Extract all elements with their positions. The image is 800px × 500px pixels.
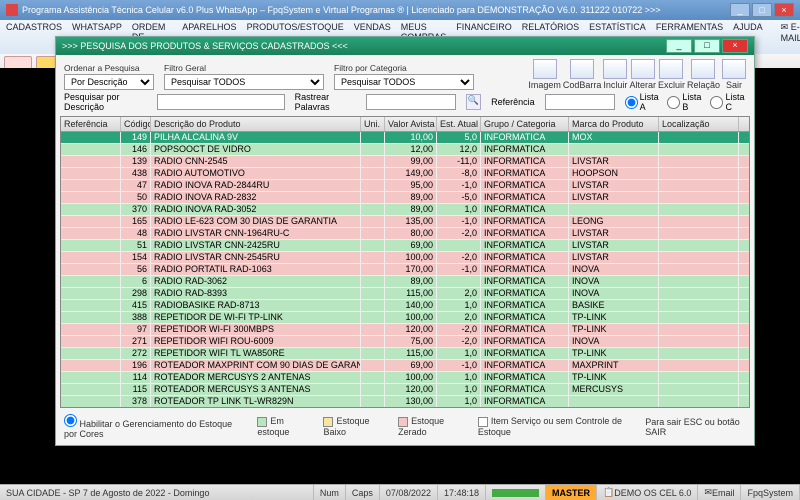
table-row[interactable]: 115ROTEADOR MERCUSYS 3 ANTENAS120,001,0I…: [61, 384, 749, 396]
table-row[interactable]: 438RADIO AUTOMOTIVO149,00-8,0INFORMATICA…: [61, 168, 749, 180]
hab-check[interactable]: Habilitar o Gerenciamento do Estoque por…: [64, 414, 243, 439]
sb-time: 17:48:18: [438, 485, 486, 500]
col-desc[interactable]: Descrição do Produto: [151, 117, 361, 131]
col-uni[interactable]: Uni.: [361, 117, 385, 131]
table-row[interactable]: 388REPETIDOR DE WI-FI TP-LINK100,002,0IN…: [61, 312, 749, 324]
table-row[interactable]: 165RADIO LE-623 COM 30 DIAS DE GARANTIA1…: [61, 216, 749, 228]
filter-row-2: Pesquisar por Descrição Rastrear Palavra…: [56, 90, 754, 116]
table-row[interactable]: 298RADIO RAD-8393115,002,0INFORMATICAINO…: [61, 288, 749, 300]
main-window-controls: _ □ ×: [730, 3, 794, 17]
search-icon[interactable]: 🔍: [466, 94, 482, 110]
legend-baixo: Estoque Baixo: [323, 416, 384, 437]
filter-row-1: Ordenar a Pesquisa Por Descrição Filtro …: [56, 55, 754, 90]
table-row[interactable]: 114ROTEADOR MERCUSYS 2 ANTENAS100,001,0I…: [61, 372, 749, 384]
imagem-icon[interactable]: [533, 59, 557, 79]
col-ref[interactable]: Referência: [61, 117, 121, 131]
search-window-titlebar: >>> PESQUISA DOS PRODUTOS & SERVIÇOS CAD…: [56, 37, 754, 55]
table-row[interactable]: 6RADIO RAD-306289,00INFORMATICAINOVA: [61, 276, 749, 288]
alterar-icon[interactable]: [631, 59, 655, 79]
legend-zerado: Estoque Zerado: [398, 416, 464, 437]
table-row[interactable]: 97REPETIDOR WI-FI 300MBPS120,00-2,0INFOR…: [61, 324, 749, 336]
sb-caps: Caps: [346, 485, 380, 500]
table-row[interactable]: 149PILHA ALCALINA 9V10,005,0INFORMATICAM…: [61, 132, 749, 144]
table-row[interactable]: 271REPETIDOR WIFI ROU-600975,00-2,0INFOR…: [61, 336, 749, 348]
codbarra-icon[interactable]: [570, 59, 594, 79]
col-marca[interactable]: Marca do Produto: [569, 117, 659, 131]
col-est[interactable]: Est. Atual: [437, 117, 481, 131]
col-loc[interactable]: Localização: [659, 117, 739, 131]
subwin-close[interactable]: ×: [722, 39, 748, 53]
minimize-button[interactable]: _: [730, 3, 750, 17]
sb-demo: 📋 DEMO OS CEL 6.0: [597, 485, 698, 500]
pesq-desc-input[interactable]: [157, 94, 285, 110]
ref-input[interactable]: [545, 94, 615, 110]
filtro-geral-label: Filtro Geral: [164, 63, 324, 73]
table-row[interactable]: 139RADIO CNN-254599,00-11,0INFORMATICALI…: [61, 156, 749, 168]
legend-serv: Item Serviço ou sem Controle de Estoque: [478, 416, 631, 437]
sb-city: SUA CIDADE - SP 7 de Agosto de 2022 - Do…: [0, 485, 314, 500]
filtro-geral-select[interactable]: Pesquisar TODOS: [164, 74, 324, 90]
relacao-icon[interactable]: [691, 59, 715, 79]
pesq-desc-label: Pesquisar por Descrição: [64, 92, 147, 112]
sb-num: Num: [314, 485, 346, 500]
subwin-minimize[interactable]: _: [666, 39, 692, 53]
legend-bar: Habilitar o Gerenciamento do Estoque por…: [56, 408, 754, 445]
table-row[interactable]: 378ROTEADOR TP LINK TL-WR829N130,001,0IN…: [61, 396, 749, 408]
sb-progress: [486, 485, 546, 500]
legend-em: Em estoque: [257, 416, 309, 437]
rastrear-input[interactable]: [366, 94, 456, 110]
table-row[interactable]: 56RADIO PORTATIL RAD-1063170,00-1,0INFOR…: [61, 264, 749, 276]
table-row[interactable]: 51RADIO LIVSTAR CNN-2425RU69,00INFORMATI…: [61, 240, 749, 252]
table-row[interactable]: 154RADIO LIVSTAR CNN-2545RU100,00-2,0INF…: [61, 252, 749, 264]
incluir-icon[interactable]: [603, 59, 627, 79]
sair-icon[interactable]: [722, 59, 746, 79]
maximize-button[interactable]: □: [752, 3, 772, 17]
products-grid: Referência Código Descrição do Produto U…: [60, 116, 750, 408]
subwin-maximize[interactable]: □: [694, 39, 720, 53]
table-row[interactable]: 47RADIO INOVA RAD-2844RU95,00-1,0INFORMA…: [61, 180, 749, 192]
table-row[interactable]: 196ROTEADOR MAXPRINT COM 90 DIAS DE GARA…: [61, 360, 749, 372]
col-val[interactable]: Valor Avista: [385, 117, 437, 131]
sb-master: MASTER: [546, 485, 597, 500]
legend-exit: Para sair ESC ou botão SAIR: [645, 417, 746, 437]
app-title: Programa Assistência Técnica Celular v6.…: [22, 5, 661, 15]
action-toolbar: Imagem CodBarra Incluir Alterar Excluir …: [528, 59, 746, 90]
radio-lista-b[interactable]: Lista B: [667, 92, 702, 112]
radio-lista-c[interactable]: Lista C: [710, 92, 746, 112]
table-row[interactable]: 48RADIO LIVSTAR CNN-1964RU-C80,00-2,0INF…: [61, 228, 749, 240]
sb-date: 07/08/2022: [380, 485, 438, 500]
table-row[interactable]: 50RADIO INOVA RAD-283289,00-5,0INFORMATI…: [61, 192, 749, 204]
grid-header: Referência Código Descrição do Produto U…: [61, 117, 749, 132]
col-grp[interactable]: Grupo / Categoria: [481, 117, 569, 131]
close-button[interactable]: ×: [774, 3, 794, 17]
menu-email[interactable]: ✉ E-MAIL: [781, 22, 800, 52]
filtro-cat-select[interactable]: Pesquisar TODOS: [334, 74, 474, 90]
menu-cadastros[interactable]: CADASTROS: [6, 22, 62, 52]
ordena-label: Ordenar a Pesquisa: [64, 63, 154, 73]
sb-email[interactable]: ✉ Email: [698, 485, 741, 500]
grid-body[interactable]: 149PILHA ALCALINA 9V10,005,0INFORMATICAM…: [61, 132, 749, 408]
search-window: >>> PESQUISA DOS PRODUTOS & SERVIÇOS CAD…: [55, 36, 755, 446]
search-window-title: >>> PESQUISA DOS PRODUTOS & SERVIÇOS CAD…: [62, 41, 348, 51]
table-row[interactable]: 272REPETIDOR WIFI TL WA850RE115,001,0INF…: [61, 348, 749, 360]
sb-fpq[interactable]: FpqSystem: [741, 485, 800, 500]
filtro-cat-label: Filtro por Categoria: [334, 63, 474, 73]
col-cod[interactable]: Código: [121, 117, 151, 131]
app-icon: [6, 4, 18, 16]
lista-radios: Lista A Lista B Lista C: [625, 92, 746, 112]
excluir-icon[interactable]: [659, 59, 683, 79]
ordena-select[interactable]: Por Descrição: [64, 74, 154, 90]
radio-lista-a[interactable]: Lista A: [625, 92, 660, 112]
table-row[interactable]: 415RADIOBASIKE RAD-8713140,001,0INFORMAT…: [61, 300, 749, 312]
statusbar: SUA CIDADE - SP 7 de Agosto de 2022 - Do…: [0, 484, 800, 500]
table-row[interactable]: 146POPSOOCT DE VIDRO12,0012,0INFORMATICA: [61, 144, 749, 156]
rastrear-label: Rastrear Palavras: [295, 92, 356, 112]
ref-label: Referência: [491, 97, 535, 107]
main-titlebar: Programa Assistência Técnica Celular v6.…: [0, 0, 800, 20]
table-row[interactable]: 370RADIO INOVA RAD-305289,001,0INFORMATI…: [61, 204, 749, 216]
